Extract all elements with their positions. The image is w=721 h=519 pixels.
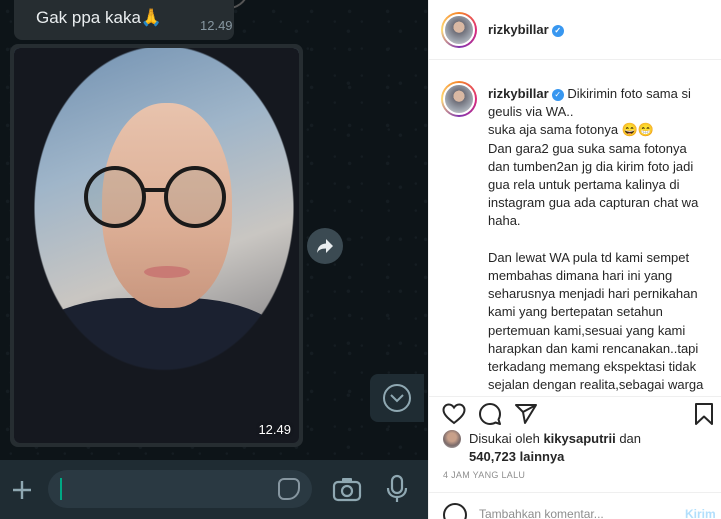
attach-button[interactable] xyxy=(8,476,36,504)
forward-button[interactable] xyxy=(307,228,343,264)
post-actions xyxy=(429,396,721,428)
photo-glasses-right xyxy=(164,166,226,228)
voice-button[interactable] xyxy=(384,474,410,504)
post-comment-button[interactable]: Kirim xyxy=(685,507,716,519)
caption-area: rizkybillar ✓ Dikirimin foto sama si geul… xyxy=(429,61,721,396)
liker-avatar[interactable] xyxy=(443,430,461,448)
camera-icon xyxy=(332,478,362,502)
comment-button[interactable] xyxy=(477,401,503,427)
comment-icon xyxy=(479,403,501,425)
photo-glasses-left xyxy=(84,166,146,228)
scroll-to-bottom-button[interactable] xyxy=(370,374,424,422)
microphone-icon xyxy=(386,474,408,502)
avatar[interactable] xyxy=(441,12,477,48)
share-button[interactable] xyxy=(513,401,539,427)
caption-username[interactable]: rizkybillar xyxy=(488,86,549,101)
photo-hijab xyxy=(14,48,299,443)
likes-prefix: Disukai oleh xyxy=(469,431,544,446)
message-text: Gak ppa kaka🙏 xyxy=(36,8,163,27)
comment-bar: Tambahkan komentar... Kirim xyxy=(429,492,721,519)
instagram-post-panel: rizkybillar ✓ rizkybillar ✓ Dikirimin foto… xyxy=(428,0,721,519)
photo-lips xyxy=(144,266,190,278)
likes-count[interactable]: 540,723 xyxy=(469,449,516,464)
header-username[interactable]: rizkybillar ✓ xyxy=(488,22,564,37)
username-text: rizkybillar xyxy=(488,22,549,37)
caption-avatar[interactable] xyxy=(441,81,477,117)
verified-badge-icon: ✓ xyxy=(551,24,564,37)
paper-plane-icon xyxy=(515,404,537,424)
post-header: rizkybillar ✓ xyxy=(429,0,721,60)
verified-badge-icon: ✓ xyxy=(551,88,564,101)
avatar-image xyxy=(443,14,475,46)
photo-glasses-bridge xyxy=(142,188,168,192)
sticker-icon[interactable] xyxy=(278,478,300,500)
photo-message-time: 12.49 xyxy=(258,422,291,437)
emoji-icon[interactable] xyxy=(443,503,467,519)
likes-middle: dan xyxy=(615,431,642,446)
photo-message-bubble[interactable]: 12.49 xyxy=(10,44,303,447)
message-time: 12.49 xyxy=(200,18,233,33)
bookmark-icon xyxy=(695,403,713,425)
whatsapp-screenshot: Gak ppa kaka🙏 12.49 12.49 xyxy=(0,0,428,519)
caption: rizkybillar ✓ Dikirimin foto sama si geul… xyxy=(488,85,710,396)
camera-button[interactable] xyxy=(332,476,362,502)
forward-arrow-icon xyxy=(317,239,333,253)
selfie-photo[interactable]: 12.49 xyxy=(14,48,299,443)
heart-icon xyxy=(442,403,466,425)
likes-text: Disukai oleh kikysaputrii dan 540,723 la… xyxy=(469,430,709,466)
liker-username[interactable]: kikysaputrii xyxy=(543,431,615,446)
likes-suffix[interactable]: lainnya xyxy=(516,449,565,464)
caption-body: Dikirimin foto sama si geulis via WA.. s… xyxy=(488,86,704,396)
post-timestamp[interactable]: 4 JAM YANG LALU xyxy=(443,470,525,480)
message-input-bar xyxy=(0,460,428,519)
plus-icon xyxy=(13,481,31,499)
text-caret xyxy=(60,478,62,500)
chevron-down-circle-icon xyxy=(383,384,411,412)
message-bubble: Gak ppa kaka🙏 12.49 xyxy=(14,0,234,40)
save-button[interactable] xyxy=(691,401,717,427)
avatar-image xyxy=(443,83,475,115)
like-button[interactable] xyxy=(441,401,467,427)
message-input[interactable] xyxy=(48,470,312,508)
comment-input[interactable]: Tambahkan komentar... xyxy=(479,507,604,519)
